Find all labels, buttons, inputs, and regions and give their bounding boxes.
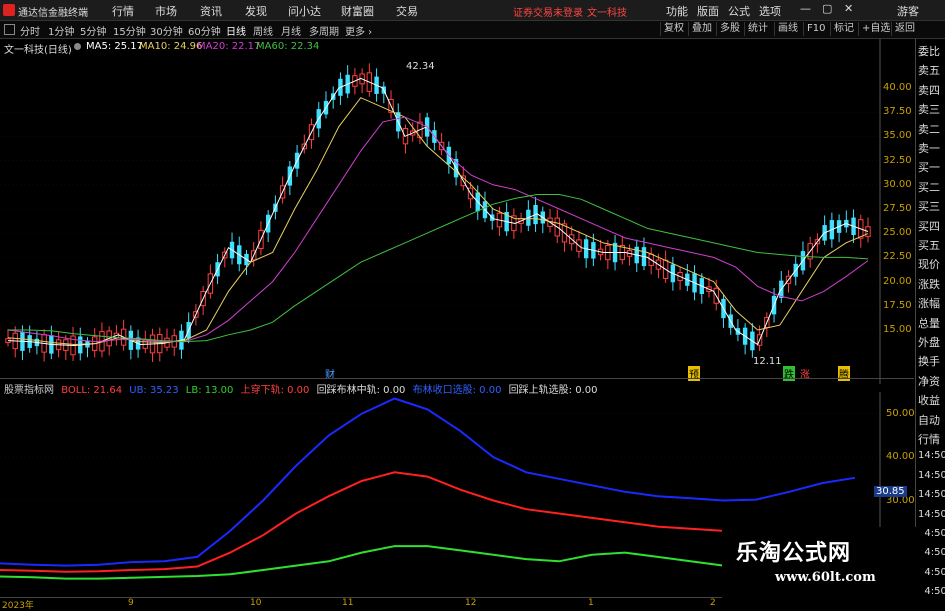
side-panel-item: 卖一 [918, 142, 940, 155]
app-name: 通达信金融终端 [18, 8, 88, 19]
guest-label[interactable]: 游客 [897, 3, 919, 19]
menu-layout[interactable]: 版面 [697, 3, 719, 19]
close-icon[interactable]: ✕ [844, 2, 853, 15]
side-panel-item: 总量 [918, 316, 940, 330]
price-tick-label: 30.00 [883, 178, 912, 190]
side-panel-item[interactable]: 自动 [918, 412, 944, 428]
overlay-button[interactable]: 叠加 [688, 22, 715, 36]
menu-ask[interactable]: 问小达 [288, 3, 321, 19]
x-label-11: 11 [342, 598, 354, 608]
tab-15min[interactable]: 15分钟 [113, 23, 146, 38]
add-favorite-button[interactable]: +自选 [858, 22, 893, 36]
menu-discover[interactable]: 发现 [245, 3, 267, 19]
price-chart[interactable] [0, 39, 914, 384]
ma-line-ma20 [7, 116, 869, 343]
ma-line-ma60 [8, 194, 869, 343]
tab-60min[interactable]: 60分钟 [188, 23, 221, 38]
side-panel-item: 换手 [918, 355, 940, 369]
tab-more[interactable]: 更多 › [345, 23, 372, 38]
tab-timeshare[interactable]: 分时 [20, 23, 40, 38]
top-menu-bar: 通达信金融终端 行情 市场 资讯 发现 问小达 财富圈 交易 证券交易未登录 文… [0, 0, 945, 21]
menu-quotes[interactable]: 行情 [112, 3, 134, 19]
side-panel-item: 卖四 [918, 83, 940, 97]
side-panel-item: 涨幅 [918, 297, 940, 311]
price-tick-label: 17.50 [883, 299, 912, 311]
price-tick-label: 37.50 [883, 106, 912, 118]
side-panel-item: 收益 [918, 394, 940, 408]
x-label-1: 1 [588, 598, 594, 608]
side-panel-item: 买四 [918, 219, 940, 233]
tab-5min[interactable]: 5分钟 [80, 23, 106, 38]
side-panel-item: 买三 [918, 200, 940, 214]
side-panel-item: 卖二 [918, 122, 940, 136]
max-price-label: 42.34 [406, 61, 435, 72]
price-tick-label: 40.00 [883, 82, 912, 94]
price-tick-label: 32.50 [883, 154, 912, 166]
app-logo-icon [3, 4, 15, 16]
side-panel-item: 买五 [918, 239, 940, 252]
price-tick-label: 15.00 [883, 323, 912, 335]
ma-line-ma5 [7, 77, 869, 347]
statistics-button[interactable]: 统计 [744, 22, 771, 36]
tab-monthly[interactable]: 月线 [281, 23, 301, 38]
menu-market[interactable]: 市场 [155, 3, 177, 19]
price-tick-label: 27.50 [883, 203, 912, 214]
side-panel-item[interactable]: 行情 [918, 431, 944, 447]
tab-daily[interactable]: 日线 [226, 23, 246, 38]
tab-weekly[interactable]: 周线 [253, 23, 273, 38]
panel-divider [0, 378, 914, 379]
boll-tick-label: 40.00 [886, 451, 915, 463]
price-tick-label: 20.00 [883, 275, 912, 287]
panel-toggle-icon[interactable] [4, 24, 15, 35]
side-panel-item: 涨跌 [918, 277, 940, 291]
side-panel-item: 14:50 [918, 450, 945, 462]
side-panel-item: 卖三 [918, 103, 940, 117]
x-label-2: 2 [710, 598, 716, 608]
menu-trade[interactable]: 交易 [396, 3, 418, 19]
side-panel-item: 卖五 [918, 64, 940, 78]
side-panel-item: 买二 [918, 180, 940, 194]
tab-multi-period[interactable]: 多周期 [309, 23, 339, 38]
candle-body [865, 226, 871, 237]
side-panel-item: 14:50 [918, 508, 945, 520]
x-label-12: 12 [465, 598, 477, 608]
mark-button[interactable]: 标记 [830, 22, 857, 36]
period-toolbar: 分时 1分钟 5分钟 15分钟 30分钟 60分钟 日线 周线 月线 多周期 更… [0, 21, 945, 39]
menu-formula[interactable]: 公式 [728, 3, 750, 19]
side-panel-item: 现价 [918, 258, 940, 272]
maximize-icon[interactable]: ▢ [822, 2, 832, 15]
side-panel-item: 买一 [918, 161, 940, 175]
ma-line-ma10 [7, 97, 869, 346]
x-label-2023: 2023年 [2, 601, 34, 611]
side-panel-item: 14:50 [918, 489, 945, 501]
multi-stock-button[interactable]: 多股 [716, 22, 743, 36]
price-tick-label: 25.00 [883, 227, 912, 239]
side-panel-item: 委比 [918, 45, 940, 58]
menu-stock-title: 文一科技 [587, 8, 627, 19]
x-label-9: 9 [128, 598, 134, 608]
menu-news[interactable]: 资讯 [200, 3, 222, 19]
tab-30min[interactable]: 30分钟 [150, 23, 183, 38]
side-panel-item: 14:50 [918, 469, 945, 481]
boll-tick-label: 50.00 [886, 407, 915, 419]
minimize-icon[interactable]: — [800, 2, 811, 15]
restore-rights-button[interactable]: 复权 [660, 22, 687, 36]
draw-line-button[interactable]: 画线 [774, 22, 801, 36]
price-tick-label: 22.50 [883, 251, 912, 263]
back-button[interactable]: 返回 [891, 22, 918, 36]
watermark-url: www.60lt.com [775, 570, 876, 585]
side-panel-item: 净资 [918, 374, 940, 388]
side-panel-item: 外盘 [918, 336, 940, 349]
menu-wealth[interactable]: 财富圈 [341, 3, 374, 19]
current-value-tag: 30.85 [874, 486, 907, 497]
price-tick-label: 35.00 [883, 130, 912, 142]
f10-button[interactable]: F10 [803, 22, 828, 36]
tab-1min[interactable]: 1分钟 [48, 23, 74, 38]
trade-login-notice[interactable]: 证券交易未登录 [513, 4, 583, 19]
menu-options[interactable]: 选项 [759, 3, 781, 19]
x-label-10: 10 [250, 598, 262, 608]
menu-function[interactable]: 功能 [666, 3, 688, 19]
watermark-title: 乐淘公式网 [736, 540, 852, 566]
min-price-label: 12.11 [753, 356, 782, 367]
